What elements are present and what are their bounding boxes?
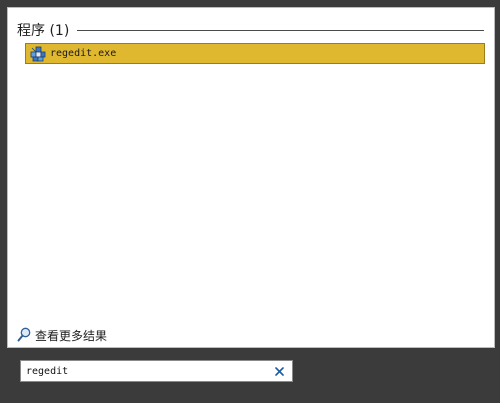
start-search-box[interactable] (20, 360, 293, 382)
registry-editor-icon (30, 46, 46, 61)
section-title: 程序 (1) (17, 23, 70, 39)
see-more-results-link[interactable]: 查看更多结果 (17, 326, 107, 344)
clear-x-icon (274, 366, 284, 376)
result-label: regedit.exe (50, 48, 117, 59)
clear-search-button[interactable] (270, 362, 288, 380)
magnifier-icon (17, 327, 31, 342)
search-input[interactable] (21, 362, 270, 380)
search-results-panel: 程序 (1) regedit.exe 查看更多结果 (7, 7, 495, 348)
programs-section-header: 程序 (1) (17, 20, 484, 40)
see-more-label: 查看更多结果 (35, 328, 108, 343)
result-item-regedit[interactable]: regedit.exe (25, 43, 485, 64)
section-divider (77, 29, 484, 31)
